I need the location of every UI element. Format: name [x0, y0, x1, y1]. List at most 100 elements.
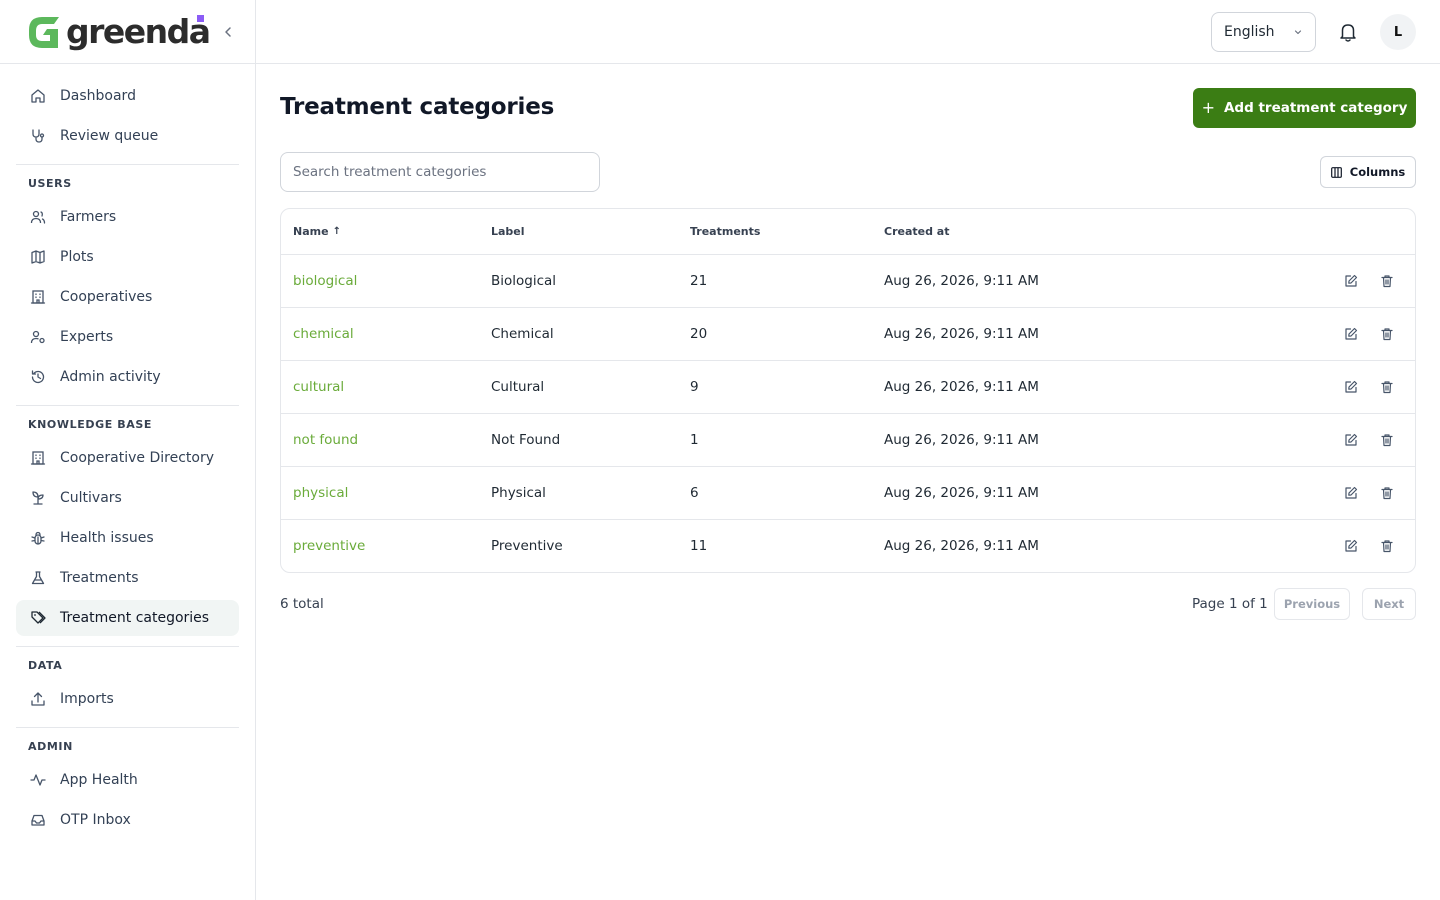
trash-icon[interactable] [1377, 255, 1397, 307]
sidebar-item-label: Experts [60, 329, 114, 345]
sort-ascending-icon: ↑ [332, 226, 341, 237]
columns-button-label: Columns [1349, 165, 1406, 179]
sidebar-item-cooperatives[interactable]: Cooperatives [16, 279, 239, 315]
chevron-left-icon [225, 27, 231, 37]
sidebar-item-label: Farmers [60, 209, 117, 225]
previous-page-button[interactable]: Previous [1274, 588, 1350, 620]
cell-created-at: Aug 26, 2026, 9:11 AM [884, 432, 1039, 448]
table-row: biological Biological 21 Aug 26, 2026, 9:11… [281, 254, 1415, 307]
sidebar-item-experts[interactable]: Experts [16, 319, 239, 355]
cell-name: physical [293, 467, 348, 519]
sidebar-item-cultivars[interactable]: Cultivars [16, 480, 239, 516]
cell-label: Biological [491, 273, 557, 289]
edit-icon[interactable] [1341, 255, 1361, 307]
cell-label: Preventive [491, 538, 563, 554]
divider [16, 727, 239, 728]
edit-icon[interactable] [1341, 414, 1361, 466]
sidebar-item-imports[interactable]: Imports [16, 681, 239, 717]
section-heading-users: USERS [28, 177, 72, 190]
trash-icon[interactable] [1377, 467, 1397, 519]
chevron-down-icon [1293, 27, 1303, 37]
table-row: not found Not Found 1 Aug 26, 2026, 9:11 AM [281, 413, 1415, 466]
collapse-sidebar-button[interactable] [218, 22, 238, 42]
sidebar-item-health-issues[interactable]: Health issues [16, 520, 239, 556]
brand-header: greenda [0, 0, 255, 64]
sidebar-item-label: Cooperatives [60, 289, 153, 305]
add-button-label: Add treatment category [1223, 100, 1408, 116]
sidebar-item-review-queue[interactable]: Review queue [16, 118, 239, 154]
next-page-button[interactable]: Next [1362, 588, 1416, 620]
cell-created-at: Aug 26, 2026, 9:11 AM [884, 326, 1039, 342]
table-header-row: Name ↑ Label Treatments Created at [281, 209, 1415, 254]
sidebar-item-app-health[interactable]: App Health [16, 762, 239, 798]
page-title: Treatment categories [280, 94, 555, 120]
column-header-label: Label [491, 225, 525, 238]
column-header-label: Name [293, 225, 329, 238]
language-select-value: English [1224, 24, 1275, 40]
edit-icon[interactable] [1341, 520, 1361, 572]
sidebar-item-farmers[interactable]: Farmers [16, 199, 239, 235]
plus-icon: + [1201, 98, 1215, 117]
users-icon [28, 207, 48, 227]
cell-treatments: 21 [690, 273, 708, 289]
sidebar-item-label: Admin activity [60, 369, 161, 385]
trash-icon[interactable] [1377, 414, 1397, 466]
cell-label: Cultural [491, 379, 545, 395]
add-treatment-category-button[interactable]: + Add treatment category [1193, 88, 1416, 128]
sidebar-item-otp-inbox[interactable]: OTP Inbox [16, 802, 239, 838]
home-icon [28, 86, 48, 106]
divider [16, 164, 239, 165]
category-name-link[interactable]: not found [293, 432, 358, 448]
table-row: cultural Cultural 9 Aug 26, 2026, 9:11 AM [281, 360, 1415, 413]
cell-label: Physical [491, 485, 546, 501]
category-name-link[interactable]: chemical [293, 326, 354, 342]
sidebar-item-treatment-categories[interactable]: Treatment categories [16, 600, 239, 636]
category-name-link[interactable]: preventive [293, 538, 365, 554]
cell-name: biological [293, 255, 357, 307]
cell-created-at: Aug 26, 2026, 9:11 AM [884, 273, 1039, 289]
building-icon [28, 448, 48, 468]
edit-icon[interactable] [1341, 467, 1361, 519]
column-header-name[interactable]: Name ↑ [293, 209, 341, 254]
search-input[interactable] [280, 152, 600, 192]
columns-icon [1330, 166, 1342, 178]
sidebar-item-plots[interactable]: Plots [16, 239, 239, 275]
sidebar-item-admin-activity[interactable]: Admin activity [16, 359, 239, 395]
cell-name: not found [293, 414, 358, 466]
sidebar-item-label: Health issues [60, 530, 154, 546]
sprout-icon [28, 488, 48, 508]
treatment-categories-table: Name ↑ Label Treatments Created at biolo… [280, 208, 1416, 573]
sidebar-item-label: Treatment categories [60, 610, 210, 626]
columns-button[interactable]: Columns [1320, 156, 1416, 188]
language-select[interactable]: English [1211, 12, 1316, 52]
edit-icon[interactable] [1341, 361, 1361, 413]
notifications-bell-icon[interactable] [1336, 20, 1360, 44]
upload-icon [28, 689, 48, 709]
top-header: English L [256, 0, 1440, 64]
category-name-link[interactable]: physical [293, 485, 348, 501]
edit-icon[interactable] [1341, 308, 1361, 360]
map-icon [28, 247, 48, 267]
trash-icon[interactable] [1377, 361, 1397, 413]
trash-icon[interactable] [1377, 520, 1397, 572]
user-cog-icon [28, 327, 48, 347]
sidebar-item-treatments[interactable]: Treatments [16, 560, 239, 596]
sidebar-nav: Dashboard Review queue USERS Farmers Plo… [0, 64, 255, 838]
sidebar-item-label: Review queue [60, 128, 159, 144]
cell-name: preventive [293, 520, 365, 572]
category-name-link[interactable]: biological [293, 273, 357, 289]
category-name-link[interactable]: cultural [293, 379, 344, 395]
user-avatar[interactable]: L [1380, 14, 1416, 50]
sidebar-item-label: Imports [60, 691, 114, 707]
sidebar-item-label: Cultivars [60, 490, 122, 506]
cell-created-at: Aug 26, 2026, 9:11 AM [884, 538, 1039, 554]
divider [16, 405, 239, 406]
sidebar-item-label: Cooperative Directory [60, 450, 214, 466]
table-row: physical Physical 6 Aug 26, 2026, 9:11 AM [281, 466, 1415, 519]
sidebar-item-cooperative-directory[interactable]: Cooperative Directory [16, 440, 239, 476]
trash-icon[interactable] [1377, 308, 1397, 360]
section-heading-data: DATA [28, 659, 63, 672]
sidebar-item-dashboard[interactable]: Dashboard [16, 78, 239, 114]
page-info: Page 1 of 1 [1192, 596, 1268, 612]
cell-treatments: 20 [690, 326, 708, 342]
